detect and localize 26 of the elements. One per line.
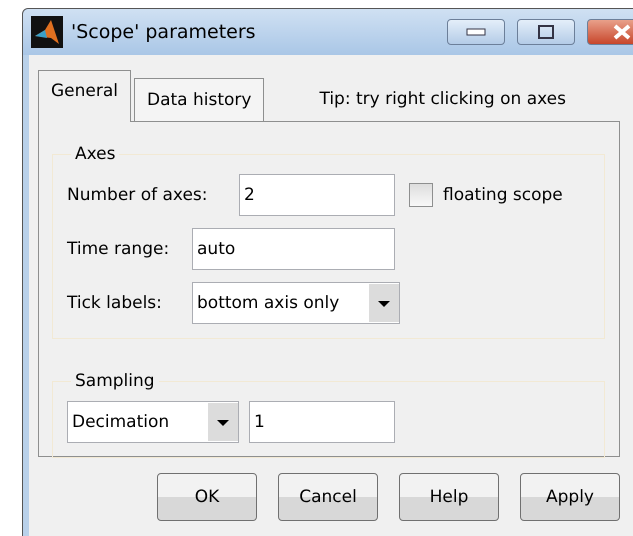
tab[interactable]: General — [38, 70, 131, 122]
maximize-button[interactable] — [517, 19, 575, 45]
group-title: Sampling — [74, 371, 156, 391]
checkbox-label: floating scope — [443, 185, 563, 205]
field-label: Time range: — [67, 239, 170, 259]
dialog-button[interactable]: OK — [157, 473, 257, 521]
tab[interactable]: Data history — [134, 78, 264, 122]
field-label: Tick labels: — [67, 293, 163, 313]
window-title: 'Scope' parameters — [71, 21, 257, 43]
checkbox[interactable] — [409, 183, 433, 207]
group-title: Axes — [74, 144, 116, 164]
tip-text: Tip: try right clicking on axes — [319, 89, 566, 109]
dialog-button[interactable]: Help — [399, 473, 499, 521]
dialog-button[interactable]: Apply — [520, 473, 620, 521]
input-field[interactable]: 2 — [239, 174, 395, 216]
field-label: Number of axes: — [67, 185, 208, 205]
input-field[interactable]: 1 — [249, 401, 395, 443]
minimize-button[interactable] — [447, 19, 505, 45]
maximize-icon — [538, 25, 554, 39]
dropdown[interactable]: bottom axis only — [192, 282, 400, 324]
minimize-icon — [466, 28, 486, 36]
close-icon — [613, 24, 631, 40]
logo-icon — [31, 16, 63, 48]
dialog-button[interactable]: Cancel — [278, 473, 378, 521]
dropdown[interactable]: Decimation — [67, 401, 239, 443]
input-field[interactable]: auto — [192, 228, 395, 270]
